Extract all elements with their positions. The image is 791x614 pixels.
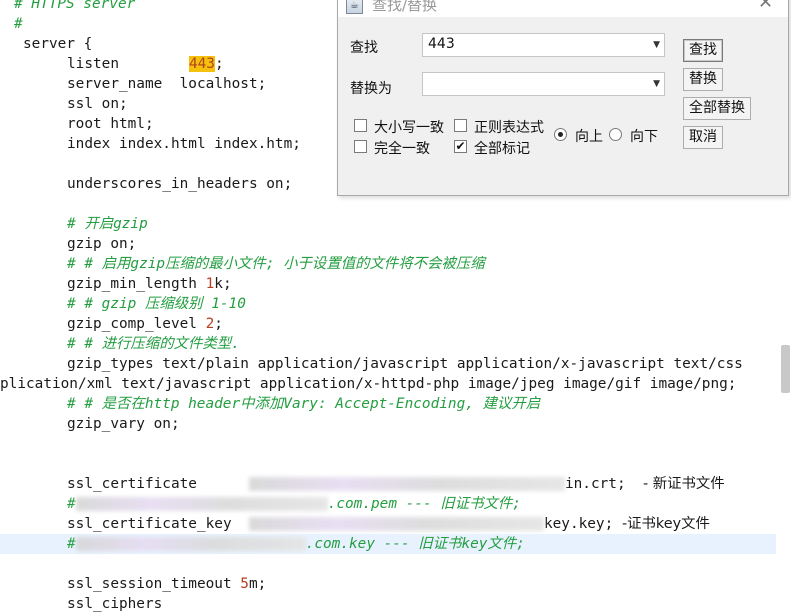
direction-down-radio[interactable] xyxy=(609,128,622,141)
comment-text: # # gzip 压缩级别 1-10 xyxy=(67,296,246,312)
code-line: underscores_in_headers on; xyxy=(67,176,293,192)
chevron-down-icon[interactable]: ▼ xyxy=(653,79,660,89)
punctuation: k; xyxy=(214,276,232,292)
code-line: plication/xml text/javascript applicatio… xyxy=(0,376,737,392)
checkmark-icon: ✔ xyxy=(455,139,466,153)
code-line: ssl_session_timeout 5m; xyxy=(67,574,266,594)
code-line: # # gzip 压缩级别 1-10 xyxy=(67,294,246,314)
code-line: # 开启gzip xyxy=(67,214,148,234)
directive-text: gzip_comp_level xyxy=(67,316,206,332)
search-match-highlight: 443 xyxy=(188,56,215,72)
chevron-down-icon[interactable]: ▼ xyxy=(653,40,660,50)
replace-label: 替换为 xyxy=(350,81,392,97)
comment-text: # # 是否在http header中添加Vary: Accept-Encodi… xyxy=(67,396,541,412)
dialog-titlebar[interactable]: ☕ 查找/替换 ✕ xyxy=(338,0,788,17)
mark-all-label[interactable]: 全部标记 xyxy=(474,138,530,158)
code-line: # # 进行压缩的文件类型. xyxy=(67,334,240,354)
code-line: listen 443; xyxy=(67,54,224,74)
redacted-path xyxy=(75,537,306,551)
mark-all-checkbox[interactable]: ✔ xyxy=(454,140,467,153)
whole-word-checkbox[interactable] xyxy=(354,140,367,153)
comment-text: # # 进行压缩的文件类型. xyxy=(67,336,240,352)
number-literal: 2 xyxy=(205,316,215,332)
directive-text: listen xyxy=(67,56,119,72)
comment-text: # HTTPS server xyxy=(14,0,136,12)
code-line: server { xyxy=(23,36,93,52)
directive-text: ssl_session_timeout xyxy=(67,576,241,592)
regex-checkbox[interactable] xyxy=(454,119,467,132)
regex-label[interactable]: 正则表达式 xyxy=(474,117,544,137)
code-line: # # 是否在http header中添加Vary: Accept-Encodi… xyxy=(67,394,540,414)
code-line: # # 启用gzip压缩的最小文件; 小于设置值的文件将不会被压缩 xyxy=(67,254,485,274)
direction-up-radio[interactable] xyxy=(554,128,567,141)
comment-text: # xyxy=(67,536,76,552)
punctuation: ; xyxy=(214,316,223,332)
comment-text: .com.pem --- 旧证书文件; xyxy=(327,496,521,512)
code-line: ssl on; xyxy=(67,96,128,112)
directive-text: gzip_min_length xyxy=(67,276,206,292)
vertical-scrollbar-thumb[interactable] xyxy=(781,345,790,393)
number-literal: 1 xyxy=(205,276,215,292)
redacted-path xyxy=(248,477,565,491)
find-input-value[interactable]: 443 xyxy=(428,36,455,52)
punctuation: m; xyxy=(248,576,267,592)
whole-word-label[interactable]: 完全一致 xyxy=(374,138,430,158)
comment-text: # 开启gzip xyxy=(67,216,148,232)
find-replace-dialog: ☕ 查找/替换 ✕ 查找 443 ▼ 替换为 ▼ 查找 替换 全部替换 取消 大… xyxy=(337,0,789,196)
find-button[interactable]: 查找 xyxy=(683,39,723,62)
current-line: # .com.key --- 旧证书key文件; xyxy=(0,534,776,554)
code-line: gzip on; xyxy=(67,236,137,252)
comment-text: # # 启用gzip压缩的最小文件; 小于设置值的文件将不会被压缩 xyxy=(67,256,485,272)
code-line: server_name localhost; xyxy=(67,76,267,92)
directive-text: ssl_certificate xyxy=(67,476,197,492)
code-line: gzip_vary on; xyxy=(67,416,180,432)
redacted-path xyxy=(75,497,328,511)
number-literal: 5 xyxy=(240,576,249,592)
code-line: # xyxy=(14,14,23,34)
match-case-label[interactable]: 大小写一致 xyxy=(374,117,444,137)
comment-text: .com.key --- 旧证书key文件; xyxy=(305,536,525,552)
cancel-button[interactable]: 取消 xyxy=(683,126,723,149)
replace-all-button[interactable]: 全部替换 xyxy=(683,97,751,120)
code-line: ssl_certificate_key key.key; -证书key文件 xyxy=(67,514,710,534)
code-line: index index.html index.htm; xyxy=(67,136,301,152)
direction-up-label[interactable]: 向上 xyxy=(575,126,603,146)
find-label: 查找 xyxy=(350,40,378,56)
find-combobox[interactable]: 443 ▼ xyxy=(422,33,665,57)
direction-down-label[interactable]: 向下 xyxy=(630,126,658,146)
replace-button[interactable]: 替换 xyxy=(683,68,723,91)
comment-text: # xyxy=(14,16,23,32)
code-line: gzip_min_length 1k; xyxy=(67,274,232,294)
file-name-tail: key.key; xyxy=(543,516,614,532)
inline-note: -证书key文件 xyxy=(621,516,710,532)
file-name-tail: in.crt; xyxy=(564,476,626,492)
replace-combobox[interactable]: ▼ xyxy=(422,72,665,96)
code-line: # HTTPS server xyxy=(14,0,135,14)
dialog-title: 查找/替换 xyxy=(372,0,438,14)
code-line: # .com.pem --- 旧证书文件; xyxy=(67,494,521,514)
directive-text: ssl_certificate_key xyxy=(67,516,249,532)
java-app-icon: ☕ xyxy=(346,0,363,14)
code-line: ssl_certificate in.crt; - 新证书文件 xyxy=(67,474,725,494)
inline-note: - 新证书文件 xyxy=(642,476,725,492)
comment-text: # xyxy=(67,496,76,512)
punctuation: ; xyxy=(214,56,224,72)
code-line: gzip_comp_level 2; xyxy=(67,314,223,334)
code-line: root html; xyxy=(67,116,154,132)
close-icon[interactable]: ✕ xyxy=(758,0,773,13)
redacted-path xyxy=(248,517,544,531)
match-case-checkbox[interactable] xyxy=(354,119,367,132)
code-line: gzip_types text/plain application/javasc… xyxy=(67,356,743,372)
code-line: ssl_ciphers xyxy=(67,596,163,612)
